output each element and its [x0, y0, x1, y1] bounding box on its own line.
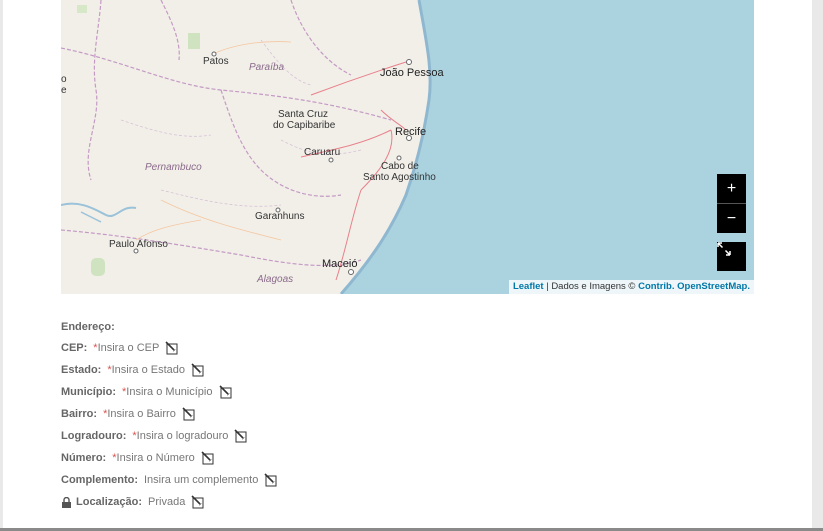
address-title-row: Endereço:	[61, 319, 121, 335]
map-label-do-capibaribe: do Capibaribe	[273, 120, 336, 131]
edit-icon[interactable]	[165, 341, 179, 355]
edit-icon[interactable]	[191, 363, 205, 377]
bairro-value[interactable]: Insira o Bairro	[107, 408, 175, 420]
map-label-garanhuns: Garanhuns	[255, 211, 305, 222]
map-label-alagoas: Alagoas	[257, 274, 294, 285]
zoom-out-button[interactable]: −	[717, 204, 746, 233]
field-row-localizacao: Localização: Privada	[61, 494, 205, 510]
map-label-edge-o: o	[61, 74, 67, 85]
map[interactable]: Patos Paraíba João Pessoa Santa Cruz do …	[61, 0, 754, 294]
field-row-estado: Estado: * Insira o Estado	[61, 362, 205, 378]
map-label-pernambuco: Pernambuco	[145, 162, 202, 173]
map-label-cabo-de: Cabo de	[381, 161, 419, 172]
field-row-numero: Número: * Insira o Número	[61, 450, 215, 466]
cep-value[interactable]: Insira o CEP	[98, 342, 160, 354]
map-label-maceio: Maceió	[322, 258, 358, 270]
field-row-municipio: Município: * Insira o Município	[61, 384, 233, 400]
osm-link[interactable]: OpenStreetMap.	[677, 281, 750, 292]
numero-value[interactable]: Insira o Número	[117, 452, 195, 464]
field-label: Logradouro:	[61, 430, 127, 442]
field-row-bairro: Bairro: * Insira o Bairro	[61, 406, 196, 422]
logradouro-value[interactable]: Insira o logradouro	[137, 430, 229, 442]
map-label-caruaru: Caruaru	[304, 147, 341, 158]
fullscreen-button[interactable]	[717, 242, 746, 271]
field-row-complemento: Complemento: Insira um complemento	[61, 472, 278, 488]
map-label-edge-e: e	[61, 85, 67, 96]
attribution-text: | Dados e Imagens ©	[543, 281, 639, 292]
lock-icon	[62, 496, 71, 508]
edit-icon[interactable]	[191, 495, 205, 509]
field-row-cep: CEP: * Insira o CEP	[61, 340, 179, 356]
field-label: Bairro:	[61, 408, 98, 420]
leaflet-link[interactable]: Leaflet	[513, 281, 544, 292]
edit-icon[interactable]	[264, 473, 278, 487]
map-label-joao-pessoa: João Pessoa	[380, 67, 444, 79]
field-label: Número:	[61, 452, 107, 464]
field-label: CEP:	[61, 342, 88, 354]
map-label-santa-cruz: Santa Cruz	[278, 109, 329, 120]
map-label-paraiba: Paraíba	[249, 62, 285, 73]
contrib-link[interactable]: Contrib.	[638, 281, 674, 292]
edit-icon[interactable]	[201, 451, 215, 465]
edit-icon[interactable]	[218, 385, 233, 399]
zoom-in-button[interactable]: +	[717, 174, 746, 204]
estado-value[interactable]: Insira o Estado	[112, 364, 185, 376]
map-label-recife: Recife	[395, 126, 427, 138]
edit-icon[interactable]	[182, 407, 196, 421]
municipio-value[interactable]: Insira o Município	[126, 386, 212, 398]
field-label: Estado:	[61, 364, 102, 376]
map-label-patos: Patos	[203, 56, 229, 67]
map-label-santo-agostinho: Santo Agostinho	[363, 172, 436, 183]
complemento-value[interactable]: Insira um complemento	[144, 474, 258, 486]
map-label-paulo-afonso: Paulo Afonso	[109, 239, 168, 250]
address-title: Endereço:	[61, 321, 115, 333]
localizacao-value[interactable]: Privada	[148, 496, 185, 508]
fullscreen-icon	[717, 242, 731, 256]
edit-icon[interactable]	[234, 429, 248, 443]
field-label: Localização:	[76, 496, 143, 508]
map-attribution: Leaflet | Dados e Imagens © Contrib. Ope…	[508, 280, 754, 294]
field-label: Município:	[61, 386, 116, 398]
field-label: Complemento:	[61, 474, 138, 486]
field-row-logradouro: Logradouro: * Insira o logradouro	[61, 428, 248, 444]
